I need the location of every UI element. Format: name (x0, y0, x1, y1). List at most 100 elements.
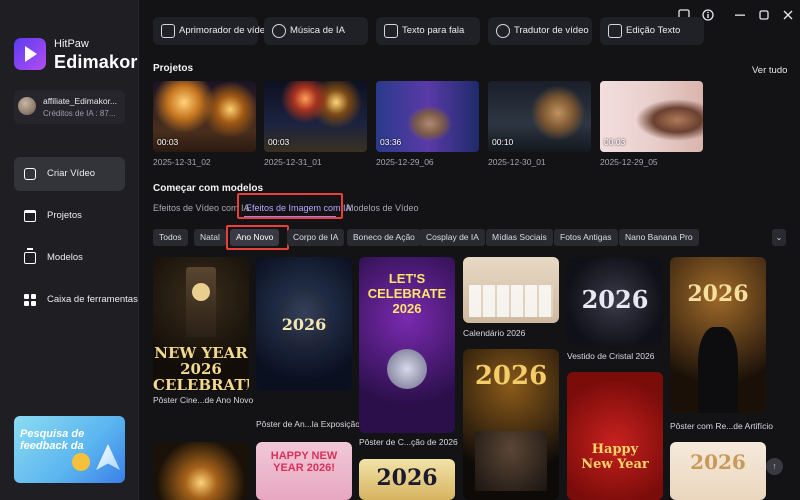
card-art-text: HAPPY NEW YEAR 2026! (270, 450, 338, 474)
sidebar-item-toolbox[interactable]: Caixa de ferramentas (14, 283, 138, 317)
card-caption: Pôster com Re...de Artifício (670, 421, 773, 431)
text-to-speech-button[interactable]: Texto para fala (376, 17, 480, 45)
video-enhancer-button[interactable]: Aprimorador de vídeo (153, 17, 270, 45)
project-name: 2025-12-30_01 (488, 157, 546, 167)
project-duration: 00:03 (268, 137, 290, 147)
sidebar-item-label: Criar Vídeo (47, 168, 96, 179)
translate-icon (496, 24, 510, 38)
tool-label: Aprimorador de vídeo (179, 25, 271, 36)
card-caption: Calendário 2026 (463, 328, 526, 338)
chip-new-year[interactable]: Ano Novo (230, 229, 280, 246)
project-thumbnail[interactable]: 00:03 (600, 81, 703, 152)
project-thumbnail[interactable]: 00:03 (264, 81, 367, 152)
card-art-text: LET'S CELEBRATE 2026 (367, 271, 447, 316)
sidebar-item-projects[interactable]: Projetos (14, 199, 125, 233)
sidebar-item-label: Modelos (47, 252, 83, 263)
card-art-text: 2026 (376, 465, 438, 491)
project-name: 2025-12-29_06 (376, 157, 434, 167)
card-caption: Pôster de C...ção de 2026 (359, 437, 458, 447)
feedback-banner-text: Pesquisa de feedback da (20, 428, 85, 452)
project-duration: 03:36 (380, 137, 402, 147)
template-card[interactable]: 2026 (256, 257, 352, 391)
chip-ai-cosplay[interactable]: Cosplay de IA (420, 229, 485, 246)
chip-christmas[interactable]: Natal (194, 229, 226, 246)
chip-nano-banana-pro[interactable]: Nano Banana Pro (619, 229, 699, 246)
template-card[interactable]: 2026 (153, 442, 249, 500)
sidebar-item-label: Projetos (47, 210, 82, 221)
toolbox-icon (24, 294, 36, 306)
projects-title: Projetos (153, 63, 194, 74)
sidebar-item-label: Caixa de ferramentas (47, 294, 138, 305)
template-card[interactable]: 2026 (463, 349, 559, 500)
chip-old-photos[interactable]: Fotos Antigas (554, 229, 618, 246)
paper-plane-icon (96, 444, 120, 470)
chevron-down-icon[interactable]: ⌄ (772, 229, 786, 246)
card-caption: Vestido de Cristal 2026 (567, 351, 655, 361)
project-duration: 00:03 (157, 137, 179, 147)
tool-label: Edição Texto (626, 25, 681, 36)
card-art-text: 2026 (281, 315, 327, 334)
folder-icon (24, 210, 36, 222)
project-duration: 00:10 (492, 137, 514, 147)
tab-ai-image-effects[interactable]: Efeitos de Imagem com IA (246, 203, 352, 213)
account-name: affiliate_Edimakor... (43, 96, 118, 106)
close-icon[interactable] (781, 8, 795, 22)
smiley-icon (72, 453, 90, 471)
card-art-text: Happy New Year (581, 442, 649, 472)
edimakor-logo-icon (14, 38, 46, 70)
templates-icon (24, 248, 36, 264)
card-art-text: NEW YEAR 2026 CELEBRATION (153, 344, 249, 391)
template-card[interactable] (463, 257, 559, 323)
active-tab-indicator (244, 216, 336, 218)
chip-action-figure[interactable]: Boneco de Ação (347, 229, 421, 246)
video-enhance-icon (161, 24, 175, 38)
scroll-to-top-button[interactable]: ↑ (766, 458, 783, 475)
card-art-text: 2026 (687, 281, 749, 307)
see-all-link[interactable]: Ver tudo (752, 65, 787, 76)
template-card[interactable]: Happy New Year (567, 372, 663, 500)
template-card[interactable]: HAPPY NEW YEAR 2026! (256, 442, 352, 500)
ai-credits: Créditos de IA : 87... (43, 109, 116, 118)
chip-all[interactable]: Todos (153, 229, 188, 246)
project-name: 2025-12-31_01 (264, 157, 322, 167)
tab-video-templates[interactable]: Modelos de Vídeo (346, 203, 419, 213)
template-card[interactable]: 2026 (670, 442, 766, 500)
sidebar: HitPaw Edimakor affiliate_Edimakor... Cr… (0, 0, 139, 500)
card-caption: Pôster Cine...de Ano Novo (153, 395, 254, 405)
minimize-icon[interactable] (733, 8, 747, 22)
feedback-survey-banner[interactable]: Pesquisa de feedback da (14, 416, 125, 483)
templates-title: Começar com modelos (153, 183, 264, 194)
card-art-text: 2026 (474, 361, 548, 391)
brand-name: Edimakor (54, 52, 138, 72)
avatar (18, 97, 36, 115)
template-card[interactable]: LET'S CELEBRATE 2026 (359, 257, 455, 433)
text-speech-icon (384, 24, 398, 38)
brand-name-top: HitPaw (54, 38, 89, 50)
card-art-text: 2026 (581, 285, 649, 314)
template-card[interactable]: 2026 (670, 257, 766, 413)
account-card[interactable]: affiliate_Edimakor... Créditos de IA : 8… (14, 90, 125, 124)
video-translator-button[interactable]: Tradutor de vídeo (488, 17, 592, 45)
sidebar-item-templates[interactable]: Modelos (14, 241, 125, 275)
music-note-icon (272, 24, 286, 38)
maximize-icon[interactable] (757, 8, 771, 22)
text-edit-button[interactable]: Edição Texto (600, 17, 704, 45)
project-name: 2025-12-31_02 (153, 157, 211, 167)
template-card[interactable]: 2026 (359, 459, 455, 500)
project-name: 2025-12-29_05 (600, 157, 658, 167)
video-icon (24, 168, 36, 180)
sidebar-item-create-video[interactable]: Criar Vídeo (14, 157, 125, 191)
template-card[interactable]: NEW YEAR 2026 CELEBRATION (153, 257, 249, 391)
project-thumbnail[interactable]: 00:03 (153, 81, 256, 152)
chip-ai-body[interactable]: Corpo de IA (287, 229, 345, 246)
project-duration: 00:03 (604, 137, 626, 147)
project-thumbnail[interactable]: 03:36 (376, 81, 479, 152)
card-art-text: 2026 (690, 450, 746, 474)
tool-label: Música de IA (290, 25, 345, 36)
template-card[interactable]: 2026 (567, 257, 663, 345)
chip-social-media[interactable]: Mídias Sociais (486, 229, 553, 246)
tab-ai-video-effects[interactable]: Efeitos de Vídeo com IA (153, 203, 250, 213)
tool-label: Tradutor de vídeo (514, 25, 589, 36)
ai-music-button[interactable]: Música de IA (264, 17, 368, 45)
project-thumbnail[interactable]: 00:10 (488, 81, 591, 152)
